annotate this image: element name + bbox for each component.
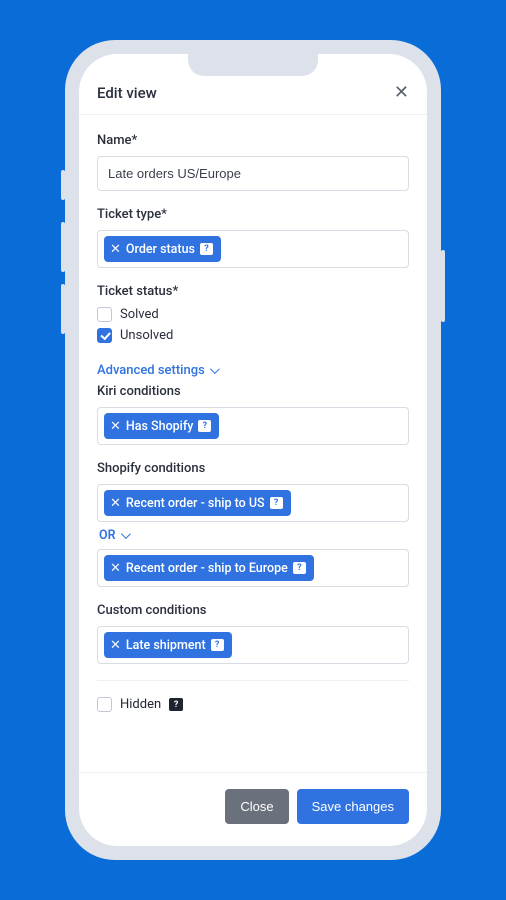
or-label: OR <box>99 528 116 543</box>
remove-tag-icon[interactable]: ✕ <box>110 420 121 433</box>
custom-conditions-input[interactable]: ✕ Late shipment ? <box>97 626 409 664</box>
screen: Edit view ✕ Name* Ticket type* ✕ Order s… <box>79 54 427 846</box>
phone-side-button <box>61 284 65 334</box>
name-label: Name* <box>97 133 409 148</box>
tag-label: Recent order - ship to Europe <box>126 561 288 576</box>
ticket-type-input[interactable]: ✕ Order status ? <box>97 230 409 268</box>
checkbox-unsolved[interactable] <box>97 328 112 343</box>
kiri-label: Kiri conditions <box>97 384 409 399</box>
phone-frame: Edit view ✕ Name* Ticket type* ✕ Order s… <box>65 40 441 860</box>
modal-title: Edit view <box>97 84 157 102</box>
remove-tag-icon[interactable]: ✕ <box>110 639 121 652</box>
phone-side-button <box>441 250 445 322</box>
info-icon[interactable]: ? <box>270 497 283 509</box>
info-icon[interactable]: ? <box>293 562 306 574</box>
info-icon[interactable]: ? <box>200 243 213 255</box>
ticket-type-label: Ticket type* <box>97 207 409 222</box>
tag-late-shipment[interactable]: ✕ Late shipment ? <box>104 632 232 658</box>
checkbox-hidden[interactable] <box>97 697 112 712</box>
info-icon[interactable]: ? <box>211 639 224 651</box>
tag-has-shopify[interactable]: ✕ Has Shopify ? <box>104 413 219 439</box>
kiri-conditions-input[interactable]: ✕ Has Shopify ? <box>97 407 409 445</box>
chevron-down-icon <box>121 529 131 539</box>
info-icon[interactable]: ? <box>169 698 183 711</box>
shopify-label: Shopify conditions <box>97 461 409 476</box>
name-input[interactable] <box>97 156 409 191</box>
divider <box>97 680 409 681</box>
modal-footer: Close Save changes <box>79 772 427 846</box>
status-solved-row[interactable]: Solved <box>97 307 409 322</box>
tag-label: Recent order - ship to US <box>126 496 265 511</box>
modal-content: Name* Ticket type* ✕ Order status ? Tick… <box>79 115 427 772</box>
remove-tag-icon[interactable]: ✕ <box>110 243 121 256</box>
hidden-label: Hidden <box>120 697 161 712</box>
tag-order-status[interactable]: ✕ Order status ? <box>104 236 221 262</box>
chevron-down-icon <box>210 364 220 374</box>
status-label: Unsolved <box>120 328 173 343</box>
close-button[interactable]: Close <box>225 789 288 824</box>
custom-label: Custom conditions <box>97 603 409 618</box>
remove-tag-icon[interactable]: ✕ <box>110 562 121 575</box>
save-button[interactable]: Save changes <box>297 789 409 824</box>
info-icon[interactable]: ? <box>198 420 211 432</box>
shopify-conditions-input-1[interactable]: ✕ Recent order - ship to US ? <box>97 484 409 522</box>
advanced-settings-toggle[interactable]: Advanced settings <box>97 363 217 378</box>
status-label: Solved <box>120 307 159 322</box>
status-unsolved-row[interactable]: Unsolved <box>97 328 409 343</box>
checkbox-solved[interactable] <box>97 307 112 322</box>
remove-tag-icon[interactable]: ✕ <box>110 497 121 510</box>
notch <box>188 54 318 76</box>
tag-label: Order status <box>126 242 195 257</box>
shopify-conditions-input-2[interactable]: ✕ Recent order - ship to Europe ? <box>97 549 409 587</box>
tag-ship-europe[interactable]: ✕ Recent order - ship to Europe ? <box>104 555 314 581</box>
hidden-row[interactable]: Hidden ? <box>97 697 409 712</box>
tag-ship-us[interactable]: ✕ Recent order - ship to US ? <box>104 490 291 516</box>
advanced-label: Advanced settings <box>97 363 205 378</box>
close-icon[interactable]: ✕ <box>394 84 409 102</box>
ticket-status-label: Ticket status* <box>97 284 409 299</box>
phone-side-button <box>61 222 65 272</box>
tag-label: Late shipment <box>126 638 206 653</box>
phone-side-button <box>61 170 65 200</box>
tag-label: Has Shopify <box>126 419 194 434</box>
or-operator[interactable]: OR <box>99 528 409 543</box>
